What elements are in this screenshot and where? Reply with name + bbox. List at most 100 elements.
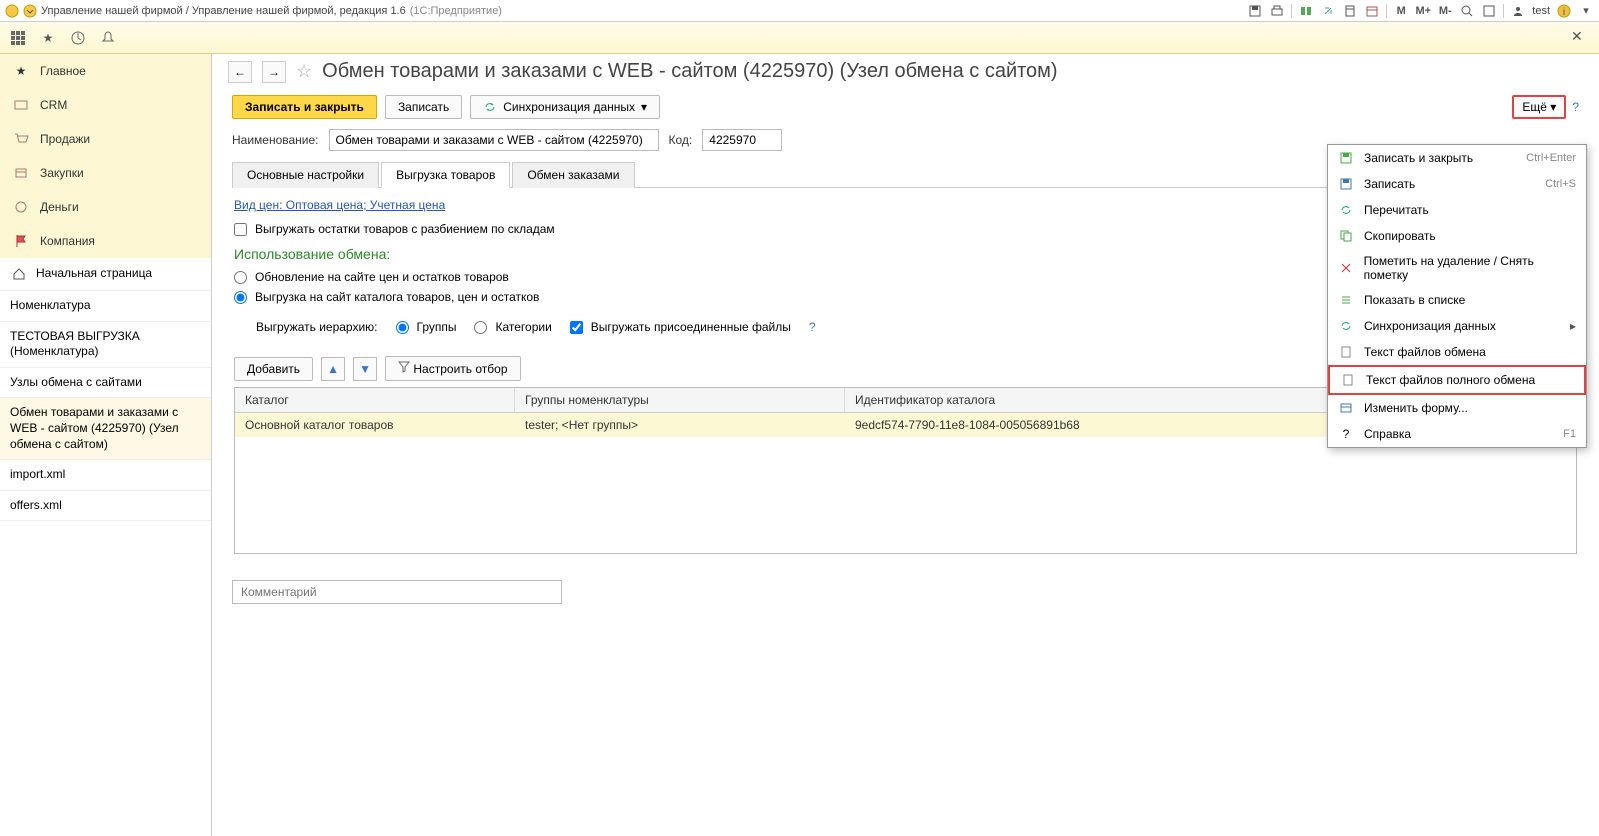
flag-icon <box>12 232 30 250</box>
hierarchy-categories-radio[interactable] <box>474 321 487 334</box>
top-toolbar: ★ ✕ <box>0 22 1599 54</box>
doc-icon <box>1338 344 1354 360</box>
cell-catalog: Основной каталог товаров <box>235 413 515 437</box>
dd-shortcut: F1 <box>1563 428 1576 440</box>
more-button[interactable]: Ещё ▾ <box>1512 95 1566 119</box>
nav-home-label: Начальная страница <box>36 266 152 282</box>
dd-change-form[interactable]: Изменить форму... <box>1328 395 1586 421</box>
th-catalog[interactable]: Каталог <box>235 388 515 412</box>
save-close-button[interactable]: Записать и закрыть <box>232 95 377 119</box>
hierarchy-groups-radio[interactable] <box>396 321 409 334</box>
dd-help[interactable]: ? Справка F1 <box>1328 421 1586 447</box>
link-icon[interactable] <box>1320 3 1336 19</box>
disk-icon <box>1338 150 1354 166</box>
tab-goods-export[interactable]: Выгрузка товаров <box>381 162 510 188</box>
print-icon[interactable] <box>1269 3 1285 19</box>
compare-icon[interactable] <box>1298 3 1314 19</box>
sidebar-item-crm[interactable]: CRM <box>0 88 211 122</box>
sync-label: Синхронизация данных <box>503 100 635 114</box>
move-down-button[interactable]: ▼ <box>353 357 377 381</box>
calendar-icon[interactable] <box>1364 3 1380 19</box>
sync-icon <box>483 100 497 114</box>
upload-catalog-radio[interactable] <box>234 291 247 304</box>
save-icon[interactable] <box>1247 3 1263 19</box>
memory-m-icon[interactable]: M <box>1393 3 1409 19</box>
favorites-star-icon[interactable]: ★ <box>38 28 58 48</box>
user-icon[interactable] <box>1510 3 1526 19</box>
dd-save[interactable]: Записать Ctrl+S <box>1328 171 1586 197</box>
sidebar-item-label: Деньги <box>40 200 79 214</box>
sidebar-item-purchases[interactable]: Закупки <box>0 156 211 190</box>
filter-icon <box>398 362 410 376</box>
sidebar-item-main[interactable]: ★ Главное <box>0 54 211 88</box>
code-input[interactable] <box>702 129 782 151</box>
price-types-link[interactable]: Вид цен: Оптовая цена; Учетная цена <box>234 198 445 212</box>
comment-input[interactable] <box>232 580 562 604</box>
sidebar-item-sales[interactable]: Продажи <box>0 122 211 156</box>
favorite-star-icon[interactable]: ☆ <box>296 61 312 82</box>
update-prices-radio[interactable] <box>234 271 247 284</box>
history-icon[interactable] <box>68 28 88 48</box>
more-label: Ещё <box>1522 100 1547 114</box>
info-icon[interactable]: i <box>1556 3 1572 19</box>
sidebar-item-label: Главное <box>40 64 86 78</box>
dd-save-close[interactable]: Записать и закрыть Ctrl+Enter <box>1328 145 1586 171</box>
dd-label: Показать в списке <box>1364 293 1465 307</box>
calculator-icon[interactable] <box>1342 3 1358 19</box>
window-icon[interactable] <box>1481 3 1497 19</box>
th-groups[interactable]: Группы номенклатуры <box>515 388 845 412</box>
hierarchy-label: Выгружать иерархию: <box>256 320 378 334</box>
dd-label: Перечитать <box>1364 203 1429 217</box>
copy-icon <box>1338 228 1354 244</box>
nav-back-button[interactable]: ← <box>228 61 252 83</box>
dd-show-in-list[interactable]: Показать в списке <box>1328 287 1586 313</box>
sync-button[interactable]: Синхронизация данных ▾ <box>470 95 660 119</box>
nav-forward-button[interactable]: → <box>262 61 286 83</box>
update-prices-label: Обновление на сайте цен и остатков товар… <box>255 270 509 284</box>
filter-label: Настроить отбор <box>413 362 507 376</box>
nav-item-offers[interactable]: offers.xml <box>0 491 211 522</box>
code-label: Код: <box>669 133 693 147</box>
dd-shortcut: Ctrl+S <box>1545 178 1576 190</box>
attach-help-icon[interactable]: ? <box>809 320 816 334</box>
unload-stock-checkbox[interactable] <box>234 223 247 236</box>
tab-orders-exchange[interactable]: Обмен заказами <box>512 162 634 188</box>
dd-shortcut: Ctrl+Enter <box>1526 152 1576 164</box>
memory-mminus-icon[interactable]: M- <box>1437 3 1453 19</box>
memory-mplus-icon[interactable]: M+ <box>1415 3 1431 19</box>
dd-label: Синхронизация данных <box>1364 319 1496 333</box>
zoom-icon[interactable] <box>1459 3 1475 19</box>
filter-button[interactable]: Настроить отбор <box>385 356 520 381</box>
nav-item-nomenclature[interactable]: Номенклатура <box>0 291 211 322</box>
chevron-down-icon: ▾ <box>1550 100 1556 114</box>
tab-main-settings[interactable]: Основные настройки <box>232 162 379 188</box>
dd-copy[interactable]: Скопировать <box>1328 223 1586 249</box>
svg-text:i: i <box>1563 7 1565 18</box>
dd-sync-data[interactable]: Синхронизация данных ▸ <box>1328 313 1586 339</box>
help-icon[interactable]: ? <box>1572 100 1579 114</box>
move-up-button[interactable]: ▲ <box>321 357 345 381</box>
dropdown-icon[interactable]: ▾ <box>1578 3 1594 19</box>
sidebar-item-money[interactable]: Деньги <box>0 190 211 224</box>
nav-home[interactable]: Начальная страница <box>0 258 211 291</box>
dd-exchange-files-text[interactable]: Текст файлов обмена <box>1328 339 1586 365</box>
dd-label: Пометить на удаление / Снять пометку <box>1364 254 1576 282</box>
dd-mark-delete[interactable]: Пометить на удаление / Снять пометку <box>1328 249 1586 287</box>
dd-reread[interactable]: Перечитать <box>1328 197 1586 223</box>
apps-icon[interactable] <box>8 28 28 48</box>
dd-full-exchange-files-text[interactable]: Текст файлов полного обмена <box>1328 365 1586 395</box>
save-button[interactable]: Записать <box>385 95 462 119</box>
attach-files-checkbox[interactable] <box>570 321 583 334</box>
app-dropdown-icon[interactable] <box>23 4 37 18</box>
sidebar-item-label: Закупки <box>40 166 84 180</box>
close-tab-icon[interactable]: ✕ <box>1571 28 1591 48</box>
sidebar-item-company[interactable]: Компания <box>0 224 211 258</box>
nav-item-current[interactable]: Обмен товарами и заказами с WEB - сайтом… <box>0 398 211 460</box>
nav-item-test-export[interactable]: ТЕСТОВАЯ ВЫГРУЗКА (Номенклатура) <box>0 322 211 368</box>
nav-item-exchange-nodes[interactable]: Узлы обмена с сайтами <box>0 368 211 399</box>
sidebar-item-label: CRM <box>40 98 67 112</box>
notifications-bell-icon[interactable] <box>98 28 118 48</box>
add-button[interactable]: Добавить <box>234 357 313 381</box>
name-input[interactable] <box>329 129 659 151</box>
nav-item-import[interactable]: import.xml <box>0 460 211 491</box>
